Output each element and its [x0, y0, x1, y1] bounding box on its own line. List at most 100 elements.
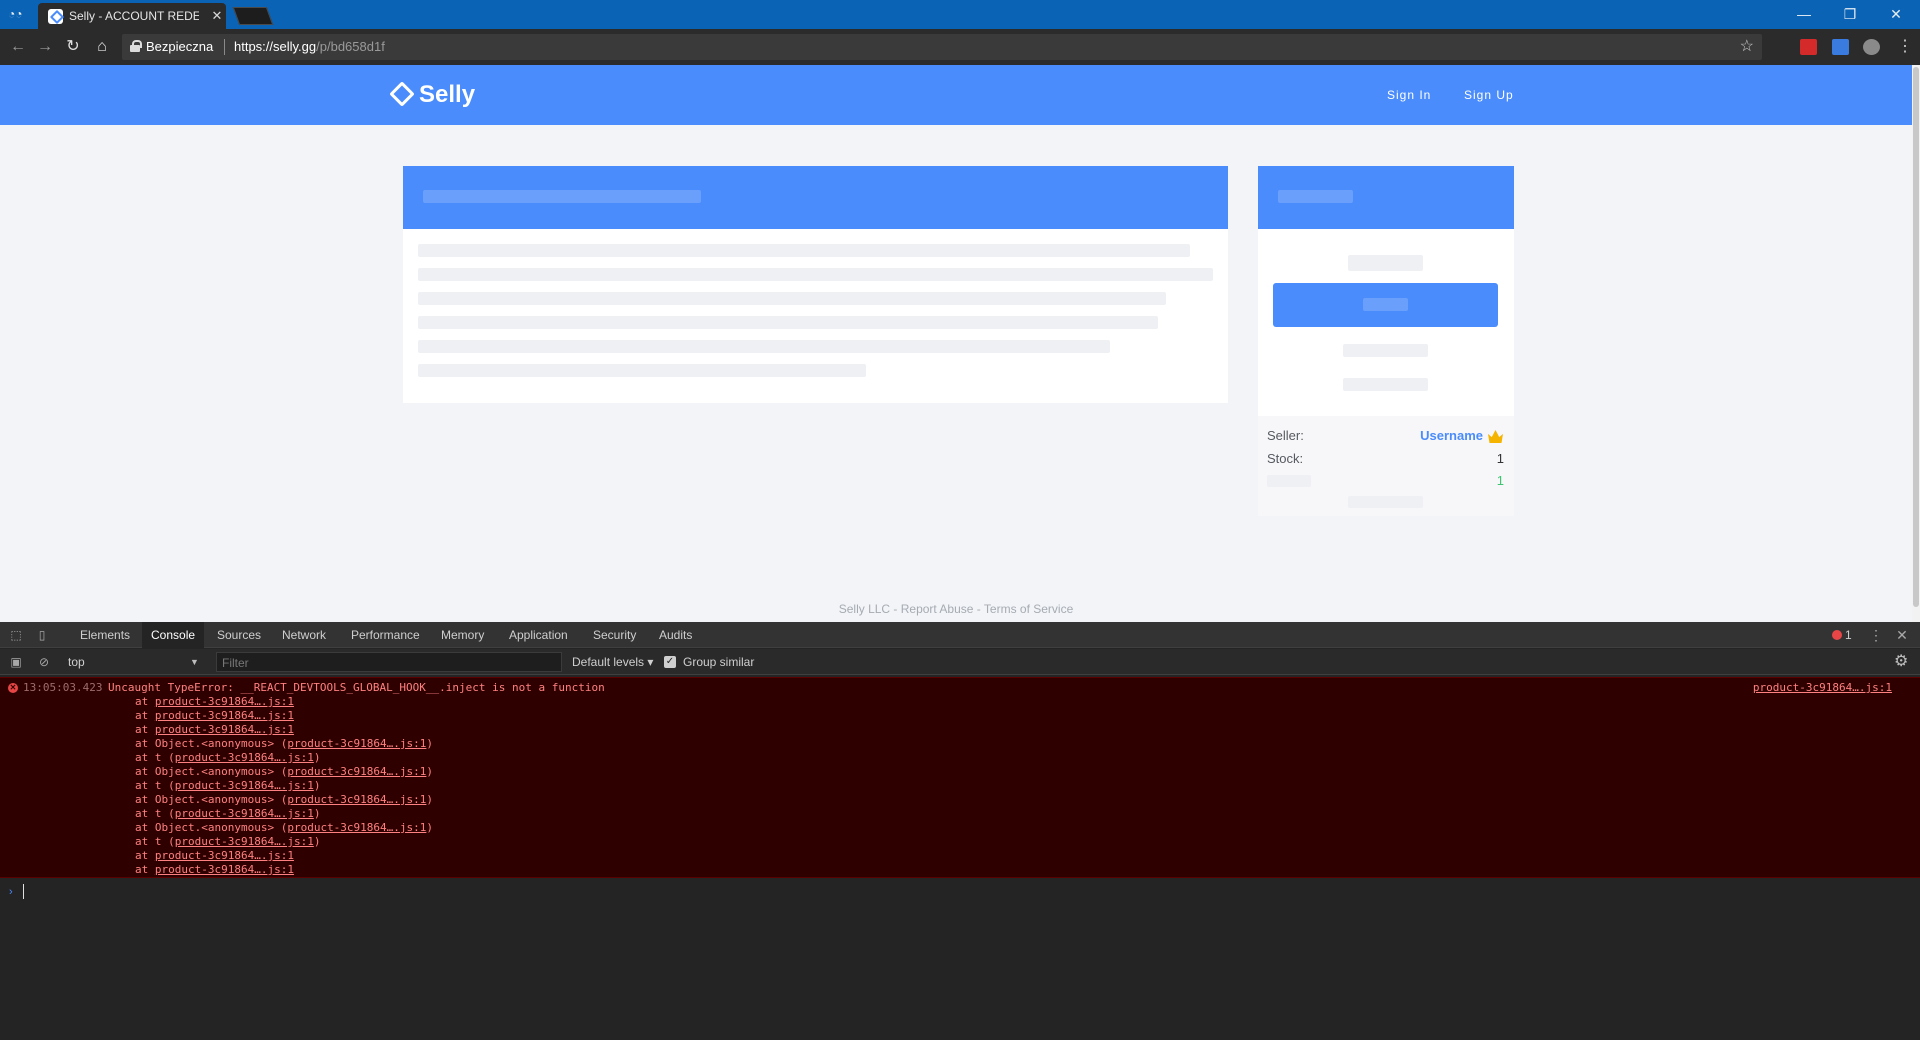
stack-trace-line: at Object.<anonymous> (product-3c91864….…: [135, 765, 433, 779]
url-text[interactable]: https://selly.gg/p/bd658d1f: [234, 39, 385, 55]
stack-frame-link[interactable]: product-3c91864….js:1: [155, 723, 294, 736]
product-title-header: [403, 166, 1228, 229]
stack-trace-line: at product-3c91864….js:1: [135, 695, 294, 709]
home-icon[interactable]: ⌂: [92, 37, 112, 57]
description-skeleton-line: [418, 316, 1158, 329]
stack-frame-suffix: ): [426, 765, 434, 778]
group-similar-label[interactable]: Group similar: [683, 655, 754, 669]
extension-red-icon[interactable]: [1800, 39, 1817, 55]
gear-icon[interactable]: ⚙: [1894, 653, 1908, 671]
stack-frame-suffix: ): [313, 807, 321, 820]
minimize-button[interactable]: —: [1781, 3, 1827, 25]
tab-sources[interactable]: Sources: [208, 622, 270, 648]
browser-menu-icon[interactable]: ⋮: [1897, 36, 1913, 58]
clear-console-icon[interactable]: ⊘: [36, 654, 52, 670]
tab-application[interactable]: Application: [500, 622, 577, 648]
page-viewport: Selly Sign In Sign Up Seller: Username S…: [0, 65, 1920, 622]
stack-frame-link[interactable]: product-3c91864….js:1: [155, 709, 294, 722]
error-timestamp: 13:05:03.423: [23, 681, 103, 694]
selly-logo-icon[interactable]: [391, 83, 409, 103]
site-logo[interactable]: Selly: [419, 81, 475, 109]
log-levels-dropdown[interactable]: Default levels ▾: [572, 655, 653, 669]
stack-frame-link[interactable]: product-3c91864….js:1: [287, 793, 426, 806]
stack-trace-line: at t (product-3c91864….js:1): [135, 751, 320, 765]
devtools-panel: ⬚ ▯ Elements Console Sources Network Per…: [0, 622, 1920, 1040]
stack-frame-link[interactable]: product-3c91864….js:1: [155, 849, 294, 862]
description-skeleton-line: [418, 268, 1213, 281]
tab-network[interactable]: Network: [273, 622, 335, 648]
console-sidebar-icon[interactable]: ▣: [8, 654, 24, 670]
url-host: https://selly.gg: [234, 39, 317, 54]
restore-button[interactable]: ❐: [1827, 3, 1873, 25]
product-description-card: [403, 166, 1228, 403]
error-count-badge[interactable]: 1: [1832, 628, 1852, 642]
stock-value: 1: [1496, 451, 1504, 466]
stack-trace-line: at t (product-3c91864….js:1): [135, 835, 320, 849]
tab-security[interactable]: Security: [584, 622, 645, 648]
description-skeleton-line: [418, 340, 1110, 353]
browser-tab[interactable]: Selly - ACCOUNT REDEYE ✕: [38, 3, 226, 29]
purchase-button[interactable]: [1273, 283, 1498, 327]
stack-frame-link[interactable]: product-3c91864….js:1: [155, 695, 294, 708]
close-devtools-icon[interactable]: ✕: [1894, 627, 1910, 643]
stack-trace-line: at Object.<anonymous> (product-3c91864….…: [135, 793, 433, 807]
site-header: Selly Sign In Sign Up: [0, 65, 1912, 125]
option-skeleton: [1343, 344, 1428, 357]
lock-icon: [130, 40, 142, 52]
stack-trace-line: at product-3c91864….js:1: [135, 709, 294, 723]
omnibox[interactable]: Bezpieczna https://selly.gg/p/bd658d1f ☆: [122, 34, 1762, 60]
stack-frame-link[interactable]: product-3c91864….js:1: [287, 765, 426, 778]
back-icon[interactable]: ←: [8, 37, 28, 57]
stack-frame-link[interactable]: product-3c91864….js:1: [175, 835, 314, 848]
sign-up-link[interactable]: Sign Up: [1464, 88, 1514, 102]
inspect-element-icon[interactable]: ⬚: [8, 627, 24, 643]
stack-frame-link[interactable]: product-3c91864….js:1: [175, 751, 314, 764]
stack-frame-link[interactable]: product-3c91864….js:1: [175, 779, 314, 792]
tab-memory[interactable]: Memory: [432, 622, 493, 648]
seller-label: Seller:: [1267, 428, 1304, 443]
forward-icon[interactable]: →: [35, 37, 55, 57]
page-scrollbar-thumb[interactable]: [1913, 67, 1919, 607]
console-prompt-icon: ›: [9, 886, 13, 898]
close-window-button[interactable]: ✕: [1873, 3, 1919, 25]
stack-frame-text: at t (: [135, 835, 175, 848]
reload-icon[interactable]: ↻: [63, 37, 83, 57]
option-skeleton: [1343, 378, 1428, 391]
devtools-menu-icon[interactable]: ⋮: [1868, 627, 1884, 643]
stack-trace-line: at product-3c91864….js:1: [135, 723, 294, 737]
error-x-icon: ✕: [8, 683, 18, 693]
error-source-link[interactable]: product-3c91864….js:1: [1753, 681, 1892, 695]
error-text: Uncaught TypeError: __REACT_DEVTOOLS_GLO…: [108, 681, 605, 694]
tab-audits[interactable]: Audits: [650, 622, 701, 648]
stack-frame-link[interactable]: product-3c91864….js:1: [287, 737, 426, 750]
extension-cloud-icon[interactable]: [1863, 39, 1880, 55]
console-filter-input[interactable]: Filter: [216, 652, 562, 672]
close-tab-icon[interactable]: ✕: [210, 8, 224, 24]
tab-performance[interactable]: Performance: [342, 622, 429, 648]
stack-frame-text: at: [135, 723, 155, 736]
context-selector[interactable]: top: [68, 654, 204, 670]
device-toolbar-icon[interactable]: ▯: [34, 627, 50, 643]
stack-frame-text: at Object.<anonymous> (: [135, 793, 288, 806]
seller-username-link[interactable]: Username: [1420, 428, 1483, 444]
sign-in-link[interactable]: Sign In: [1387, 88, 1431, 102]
stack-frame-suffix: ): [313, 779, 321, 792]
tab-console[interactable]: Console: [142, 622, 205, 648]
stack-frame-link[interactable]: product-3c91864….js:1: [175, 807, 314, 820]
stack-frame-link[interactable]: product-3c91864….js:1: [155, 863, 294, 876]
stack-trace-line: at Object.<anonymous> (product-3c91864….…: [135, 821, 433, 835]
new-tab-button[interactable]: [232, 7, 274, 25]
extension-translate-icon[interactable]: [1832, 39, 1849, 55]
tab-elements[interactable]: Elements: [71, 622, 139, 648]
levels-label: Default levels: [572, 655, 645, 669]
chevron-down-icon[interactable]: ▼: [190, 654, 199, 670]
group-similar-checkbox[interactable]: ✓: [664, 656, 676, 668]
bookmark-star-icon[interactable]: ☆: [1740, 37, 1754, 57]
tab-title: Selly - ACCOUNT REDEYE: [69, 9, 199, 23]
stack-frame-link[interactable]: product-3c91864….js:1: [287, 821, 426, 834]
address-bar: ← → ↻ ⌂ Bezpieczna https://selly.gg/p/bd…: [0, 29, 1920, 65]
console-input[interactable]: [23, 884, 24, 899]
site-footer[interactable]: Selly LLC - Report Abuse - Terms of Serv…: [0, 602, 1912, 616]
stack-trace-line: at t (product-3c91864….js:1): [135, 779, 320, 793]
description-skeleton-line: [418, 244, 1190, 257]
